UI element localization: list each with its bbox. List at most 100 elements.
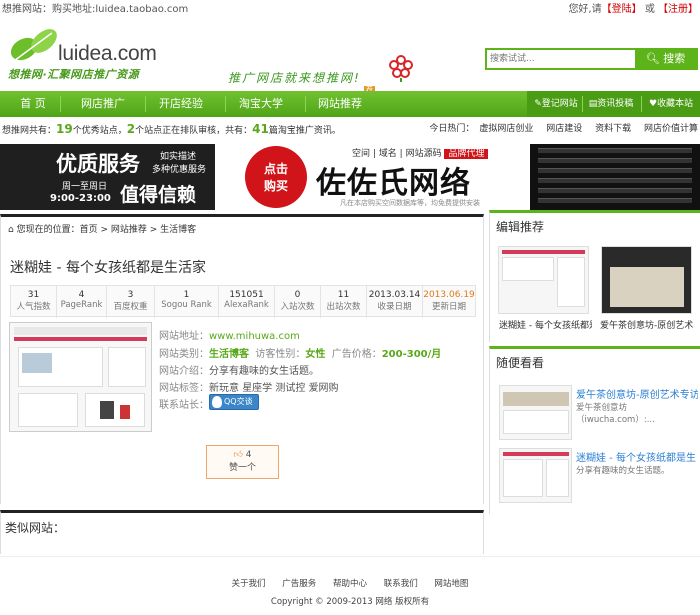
shop-address-text: 想推网站：购买地址:luidea.taobao.com (2, 4, 189, 15)
site-stats-table: 31 人气指数 4 PageRank 3 百度权重 1 Sogou Rank 15105… (10, 285, 476, 318)
random-card-title[interactable]: 迷糊娃 - 每个女孩纸都是生 (576, 449, 698, 464)
like-count-row: 👍︎ 4 (207, 450, 278, 460)
qq-chat-label: QQ交谈 (224, 397, 253, 406)
nav-divider (225, 96, 226, 112)
footer-link[interactable]: 帮助中心 (333, 579, 367, 589)
submit-news-label: 资讯投稿 (597, 99, 634, 109)
tag-link[interactable]: 测试控 (275, 383, 305, 394)
editor-card-thumb[interactable] (601, 246, 692, 314)
server-rack-image (530, 144, 700, 210)
gender-label: 访客性别： (255, 349, 306, 360)
nav-item-shop-promotion[interactable]: 网店推广 (68, 91, 138, 117)
stat-value: 11 (337, 290, 350, 300)
stat-cell: 11 出站次数 (321, 286, 367, 318)
info-contact-row: 联系站长： (159, 396, 209, 411)
heart-icon: ♥ (648, 99, 658, 109)
ad-banner[interactable]: 优质服务 如实描述 多种优惠服务 周一至周日 9:00-23:00 值得信赖 点… (0, 144, 700, 210)
pending-site-count: 2 (126, 122, 136, 136)
stat-value: 4 (78, 290, 85, 300)
qq-chat-button[interactable]: QQ交谈 (209, 394, 259, 410)
category-link[interactable]: 生活博客 (209, 349, 249, 360)
register-site-link[interactable]: ✎登记网站 (531, 91, 581, 117)
contact-label: 联系站长： (159, 400, 209, 411)
buy-now-badge[interactable]: 点击 购买 (245, 146, 307, 208)
breadcrumb: ⌂ 您现在的位置：首页 > 网站推荐 > 生活博客 (8, 225, 197, 235)
editor-recommend-title: 编辑推荐 (496, 220, 545, 234)
stat-label: 出站次数 (326, 302, 361, 312)
stat-cell: 1 Sogou Rank (155, 286, 219, 318)
random-card-desc: 分享有趣味的女生话题。 (576, 466, 670, 476)
hot-link[interactable]: 虚拟网店创业 (479, 124, 533, 134)
banner-hours: 9:00-23:00 (50, 193, 111, 204)
stat-label: Sogou Rank (161, 300, 212, 310)
random-card-title[interactable]: 爱午茶创意坊-原创艺术专访 (576, 386, 698, 401)
logo-text[interactable]: luidea.com (58, 42, 157, 66)
site-stats-bar: 想推网共有：19个优秀站点，2个站点正在排队审核，共有：41篇淘宝推广资讯。 今… (0, 117, 700, 141)
breadcrumb-life-blog[interactable]: 生活博客 (160, 225, 196, 235)
stat-cell: 151051 AlexaRank (219, 286, 275, 318)
url-label: 网站地址： (159, 331, 209, 342)
stats-text-3: 篇淘宝推广资讯。 (268, 126, 341, 136)
nav-item-site-recommend[interactable]: 网站推荐 (309, 91, 371, 117)
nav-item-taobao-university[interactable]: 淘宝大学 (230, 91, 292, 117)
stat-cell: 31 人气指数 (11, 286, 57, 318)
nav-divider (641, 96, 642, 112)
site-url-link[interactable]: www.mihuwa.com (209, 331, 300, 342)
breadcrumb-home[interactable]: 首页 (80, 225, 98, 235)
submit-news-link[interactable]: ▤资讯投稿 (585, 91, 637, 117)
breadcrumb-recommend[interactable]: 网站推荐 (111, 225, 147, 235)
tag-link[interactable]: 新玩意 (209, 383, 239, 394)
stats-prefix: 想推网共有： (2, 126, 57, 136)
editor-card-caption[interactable]: 迷糊娃 - 每个女孩纸都是 (499, 318, 592, 331)
footer-link[interactable]: 广告服务 (282, 579, 316, 589)
bookmark-site-label: 收藏本站 (657, 99, 694, 109)
like-button[interactable]: 👍︎ 4 赞一个 (206, 445, 279, 479)
nav-item-shop-experience[interactable]: 开店经验 (150, 91, 212, 117)
random-browse-title: 随便看看 (496, 356, 545, 370)
stat-label: 收录日期 (377, 302, 412, 312)
search-input[interactable] (487, 50, 636, 68)
banner-service-panel: 优质服务 如实描述 多种优惠服务 周一至周日 9:00-23:00 值得信赖 (0, 144, 215, 210)
footer-links: 关于我们 广告服务 帮助中心 联系我们 网站地图 (0, 577, 700, 589)
random-card-thumb[interactable] (499, 448, 572, 503)
hot-link[interactable]: 网店价值计算 (644, 124, 698, 134)
register-link[interactable]: 【注册】 (658, 4, 698, 15)
breadcrumb-prefix: 您现在的位置： (16, 225, 80, 235)
search-icon: 🔍︎ (645, 52, 660, 65)
info-intro-row: 网站介绍：分享有趣味的女生话题。 (159, 362, 319, 377)
top-bar: 想推网站：购买地址:luidea.taobao.com 您好,请【登陆】 或 【… (0, 0, 700, 20)
editor-card-thumb[interactable] (498, 246, 589, 314)
footer-link[interactable]: 网站地图 (434, 579, 468, 589)
flower-icon (389, 55, 413, 82)
article-count: 41 (252, 122, 269, 136)
tag-link[interactable]: 爱网购 (309, 383, 339, 394)
stat-value: 151051 (229, 290, 264, 300)
info-tags-row: 网站标签：新玩意 星座学 测试控 爱网购 (159, 379, 339, 394)
leaf-logo-icon[interactable] (8, 27, 60, 63)
tag-link[interactable]: 星座学 (242, 383, 272, 394)
category-label: 网站类别： (159, 349, 209, 360)
footer-link[interactable]: 联系我们 (384, 579, 418, 589)
buy-now-line1: 点击 (263, 162, 288, 176)
nav-item-home[interactable]: 首 页 (8, 91, 58, 117)
site-thumbnail[interactable] (9, 322, 152, 432)
nav-divider (305, 96, 306, 112)
login-link[interactable]: 【登陆】 (602, 4, 642, 15)
hot-link[interactable]: 网店建设 (546, 124, 582, 134)
random-card-thumb[interactable] (499, 385, 572, 440)
like-count: 4 (245, 450, 252, 460)
editor-card-caption[interactable]: 爱午茶创意坊-原创艺术专 (600, 318, 693, 331)
footer: 关于我们 广告服务 帮助中心 联系我们 网站地图 Copyright © 200… (0, 556, 700, 615)
stat-value: 0 (294, 290, 301, 300)
header: luidea.com 想推网·汇聚网店推广资源 推广网店就来想推网! 荐 🔍︎ … (0, 20, 700, 95)
search-button[interactable]: 🔍︎ 搜索 (635, 50, 696, 68)
stat-label: AlexaRank (224, 300, 269, 310)
footer-link[interactable]: 关于我们 (232, 579, 266, 589)
bookmark-site-link[interactable]: ♥收藏本站 (644, 91, 698, 117)
qq-penguin-icon (212, 396, 222, 408)
hot-link[interactable]: 资料下载 (595, 124, 631, 134)
stat-label: 入站次数 (280, 302, 315, 312)
home-icon: ⌂ (8, 225, 14, 235)
register-site-label: 登记网站 (541, 99, 578, 109)
price-value: 200-300/月 (381, 349, 442, 360)
